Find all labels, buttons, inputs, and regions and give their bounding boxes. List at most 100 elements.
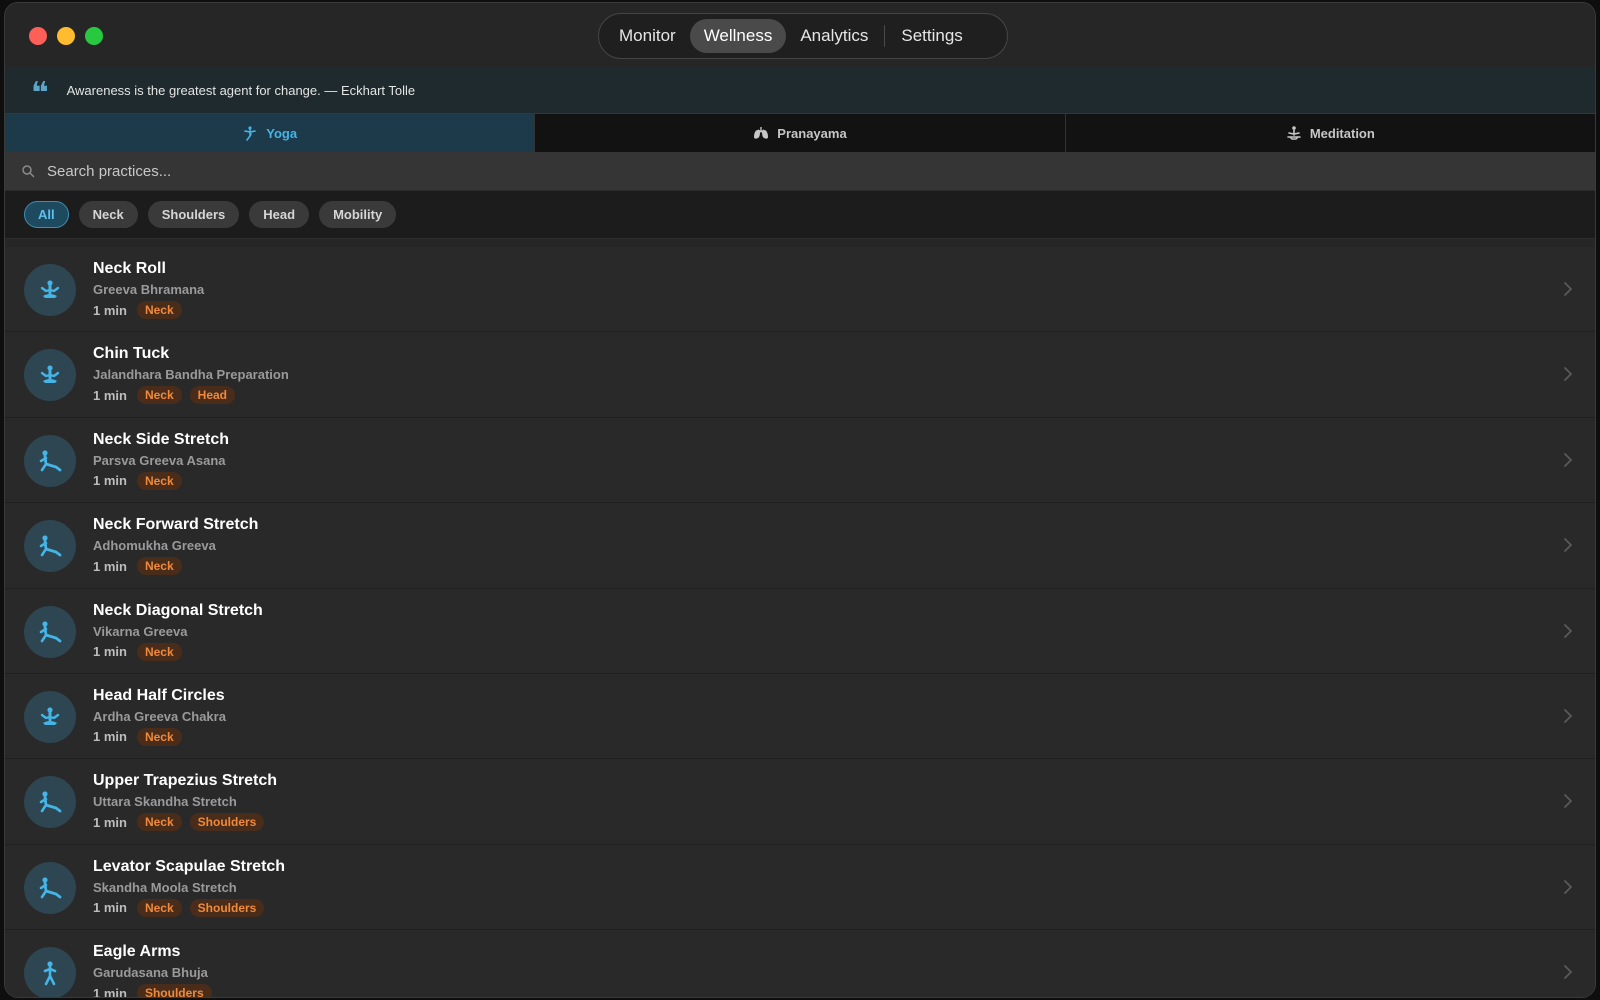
practice-row[interactable]: Neck Diagonal Stretch Vikarna Greeva 1 min…	[5, 588, 1595, 674]
practice-tag: Shoulders	[189, 898, 265, 917]
seated-pose-icon	[40, 280, 60, 298]
stretch-pose-icon	[39, 535, 62, 557]
filter-mobility[interactable]: Mobility	[319, 201, 397, 228]
window-controls	[29, 27, 103, 45]
practice-title: Neck Diagonal Stretch	[93, 601, 263, 619]
practice-row[interactable]: Head Half Circles Ardha Greeva Chakra 1 mi…	[5, 673, 1595, 760]
quote-icon: ❝	[31, 77, 49, 110]
practice-meta: 1 min Neck	[93, 471, 182, 490]
practice-row[interactable]: Neck Forward Stretch Adhomukha Greeva 1 mi…	[5, 503, 1595, 589]
practice-avatar	[24, 605, 76, 658]
nav-divider	[884, 25, 886, 47]
practice-meta: 1 min Neck	[93, 301, 182, 319]
tab-yoga[interactable]: Yoga	[5, 114, 536, 152]
practice-subtitle: Adhomukha Greeva	[93, 538, 216, 554]
standing-pose-icon	[43, 961, 57, 986]
title-bar: Monitor Wellness Analytics Settings	[5, 3, 1595, 67]
practice-avatar	[24, 264, 76, 316]
practice-avatar	[24, 434, 76, 487]
practice-duration: 1 min	[93, 985, 127, 998]
stretch-pose-icon	[39, 620, 62, 642]
practice-subtitle: Uttara Skandha Stretch	[93, 794, 237, 810]
nav-monitor[interactable]: Monitor	[605, 19, 690, 53]
quote-banner: ❝ Awareness is the greatest agent for ch…	[5, 67, 1595, 114]
practice-meta: 1 min Neck Shoulders	[93, 813, 265, 832]
nav-settings[interactable]: Settings	[887, 19, 976, 53]
practice-duration: 1 min	[93, 302, 127, 318]
meditation-icon	[1287, 126, 1301, 140]
practice-row[interactable]: Chin Tuck Jalandhara Bandha Preparation 1 …	[5, 332, 1595, 418]
filter-neck[interactable]: Neck	[78, 201, 138, 228]
search-icon	[22, 165, 35, 178]
stretch-pose-icon	[39, 791, 62, 813]
practice-tag: Neck	[136, 557, 182, 576]
practice-title: Upper Trapezius Stretch	[93, 772, 278, 790]
practice-row[interactable]: Upper Trapezius Stretch Uttara Skandha St…	[5, 759, 1595, 845]
practice-duration: 1 min	[93, 814, 127, 830]
practice-list: Neck Roll Greeva Bhramana 1 min Neck Chin Tu…	[5, 239, 1595, 998]
tab-pranayama-label: Pranayama	[777, 125, 847, 141]
practice-meta: 1 min Neck Head	[93, 386, 235, 405]
chevron-right-icon	[1564, 965, 1572, 980]
chevron-right-icon	[1564, 794, 1572, 809]
practice-title: Neck Roll	[93, 260, 166, 277]
search-input[interactable]	[47, 162, 647, 180]
practice-tag: Neck	[136, 386, 182, 405]
minimize-window-button[interactable]	[57, 27, 75, 45]
lungs-icon	[754, 127, 769, 139]
practice-subtitle: Greeva Bhramana	[93, 282, 205, 297]
practice-duration: 1 min	[93, 900, 127, 916]
practice-title: Levator Scapulae Stretch	[93, 857, 286, 875]
practice-subtitle: Jalandhara Bandha Preparation	[93, 367, 289, 383]
practice-subtitle: Garudasana Bhuja	[93, 965, 208, 981]
practice-meta: 1 min Neck	[93, 642, 182, 661]
practice-row[interactable]: Levator Scapulae Stretch Skandha Moola St…	[5, 844, 1595, 931]
chevron-right-icon	[1564, 367, 1572, 382]
tab-yoga-label: Yoga	[266, 125, 298, 141]
practice-title: Eagle Arms	[93, 943, 181, 961]
zoom-window-button[interactable]	[85, 27, 103, 45]
seated-pose-icon	[40, 707, 60, 725]
filter-all[interactable]: All	[24, 201, 69, 228]
practice-title: Neck Forward Stretch	[93, 516, 259, 534]
tab-pranayama[interactable]: Pranayama	[535, 114, 1066, 152]
chevron-right-icon	[1564, 538, 1572, 553]
close-window-button[interactable]	[29, 27, 47, 45]
practice-row[interactable]: Neck Side Stretch Parsva Greeva Asana 1 mi…	[5, 417, 1595, 504]
chevron-right-icon	[1564, 879, 1572, 894]
practice-tag: Neck	[136, 898, 182, 917]
tab-meditation[interactable]: Meditation	[1066, 114, 1595, 152]
practice-tag: Shoulders	[136, 984, 212, 997]
practice-tag: Neck	[136, 642, 182, 661]
practice-duration: 1 min	[93, 644, 127, 660]
main-nav: Monitor Wellness Analytics Settings	[598, 13, 1008, 59]
practice-tag: Shoulders	[189, 813, 265, 832]
practice-subtitle: Ardha Greeva Chakra	[93, 708, 226, 724]
practice-meta: 1 min Neck Shoulders	[93, 898, 265, 917]
quote-text: Awareness is the greatest agent for chan…	[66, 82, 416, 98]
nav-analytics[interactable]: Analytics	[786, 19, 882, 53]
yoga-icon	[244, 126, 257, 141]
filter-head[interactable]: Head	[249, 201, 310, 228]
chevron-right-icon	[1564, 623, 1572, 638]
practice-title: Chin Tuck	[93, 345, 170, 363]
nav-wellness[interactable]: Wellness	[689, 19, 787, 53]
practice-subtitle: Parsva Greeva Asana	[93, 452, 226, 468]
practice-tag: Neck	[136, 727, 182, 746]
practice-title: Head Half Circles	[93, 686, 225, 704]
practice-tag: Neck	[136, 471, 182, 490]
chevron-right-icon	[1564, 282, 1572, 296]
practice-tag: Neck	[136, 301, 182, 319]
practice-duration: 1 min	[93, 473, 127, 489]
seated-pose-icon	[40, 365, 60, 384]
practice-subtitle: Vikarna Greeva	[93, 623, 188, 639]
tab-meditation-label: Meditation	[1309, 125, 1375, 141]
practice-duration: 1 min	[93, 558, 127, 574]
practice-duration: 1 min	[93, 387, 127, 403]
stretch-pose-icon	[39, 877, 62, 899]
practice-row[interactable]: Eagle Arms Garudasana Bhuja 1 min Shoulders	[5, 930, 1595, 998]
filter-shoulders[interactable]: Shoulders	[147, 201, 240, 228]
practice-duration: 1 min	[93, 729, 127, 745]
practice-meta: 1 min Neck	[93, 557, 182, 576]
practice-row[interactable]: Neck Roll Greeva Bhramana 1 min Neck	[5, 247, 1595, 333]
